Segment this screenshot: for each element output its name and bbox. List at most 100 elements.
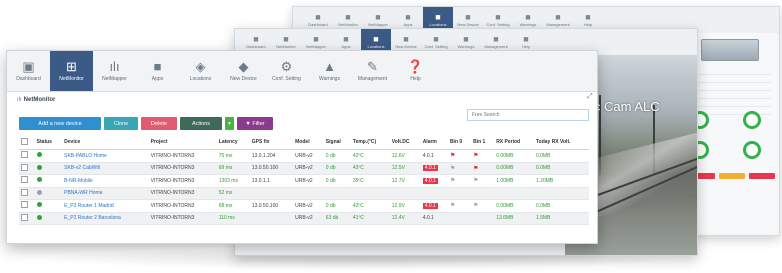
add-device-button[interactable]: Add a new device [19, 117, 101, 130]
delete-button[interactable]: Delete [141, 117, 177, 130]
toolbar-label: NetMonitor [338, 22, 358, 27]
device-link[interactable]: E_P2 Router 2 Barcelona [62, 212, 149, 225]
rx-period-cell: 1.00MB [494, 174, 534, 188]
toolbar-label: Conf. Setting [486, 22, 510, 27]
toolbar-label: Help [521, 44, 531, 49]
nav-item-dashboard[interactable]: ▣ Dashboard [7, 51, 50, 91]
alarm-cell [420, 187, 448, 200]
status-dot [36, 152, 42, 158]
toolbar-icon: ■ [525, 12, 531, 22]
toolbar-label: New Device [395, 44, 417, 49]
nav-item-netmapper[interactable]: ılı NetMapper [93, 51, 136, 91]
alarm-cell: 4.0.1 [420, 174, 448, 188]
signal-cell: 0 db [323, 162, 351, 175]
column-header[interactable]: Latency [216, 135, 250, 150]
status-indicator [34, 149, 63, 163]
column-header[interactable]: Signal [323, 135, 351, 150]
nav-item-netmonitor[interactable]: ⊞ NetMonitor [50, 51, 93, 91]
column-header[interactable]: Volt.DC [389, 135, 421, 150]
row-checkbox[interactable] [19, 199, 35, 213]
rx-period-cell: 0.00MB [494, 149, 534, 163]
column-header[interactable]: Model [293, 135, 324, 150]
row-checkbox[interactable] [19, 212, 35, 225]
device-link[interactable]: SKB-PABLO Home [62, 149, 149, 163]
row-checkbox[interactable] [19, 162, 35, 175]
rx-period-cell: 13.6MB [494, 212, 534, 225]
camera-icon: ■ [153, 59, 162, 74]
column-header[interactable]: Project [148, 135, 217, 150]
rx-period-cell: 0.00MB [494, 199, 534, 213]
device-link[interactable]: B-NR-Mobile [62, 174, 149, 188]
device-link[interactable]: SKB-v2 CabWifi [62, 162, 149, 175]
alarm-cell: 4.0.1 [420, 149, 448, 163]
select-all-checkbox[interactable] [19, 135, 35, 150]
column-header[interactable]: Bin 0 [447, 135, 472, 150]
toolbar-label: Warnings [457, 44, 475, 49]
device-link[interactable]: PBNA-WR Home [62, 187, 149, 200]
toolbar-label: Conf. Setting [424, 44, 448, 49]
column-header[interactable]: RX Period [494, 135, 534, 150]
clone-button[interactable]: Clone [104, 117, 138, 130]
management-icon: ✎ [367, 59, 378, 74]
column-header[interactable]: Today RX Volt. [533, 135, 589, 150]
table-row[interactable]: B-NR-Mobile VITRINO-INTORN3 1303 ms 13.0.1.… [19, 174, 589, 188]
column-header[interactable]: Device [62, 135, 149, 150]
warning-icon: ▲ [323, 59, 336, 74]
model-cell [293, 187, 324, 200]
nav-item-locations[interactable]: ◈ Locations [179, 51, 222, 91]
table-row[interactable]: PBNA-WR Home VITRINO-INTORN3 52 ms [19, 187, 589, 200]
search-input[interactable] [467, 109, 589, 121]
row-checkbox[interactable] [19, 187, 35, 200]
column-header[interactable]: Temp.(°C) [350, 135, 390, 150]
row-checkbox[interactable] [19, 174, 35, 188]
nav-item-conf-setting[interactable]: ⚙ Conf. Setting [265, 51, 308, 91]
toolbar-icon: ■ [345, 12, 351, 22]
nav-item-help[interactable]: ❓ Help [394, 51, 437, 91]
status-chip [749, 173, 775, 179]
bin0-flag-icon: ⚑ [447, 199, 472, 213]
nav-item-warnings[interactable]: ▲ Warnings [308, 51, 351, 91]
table-row[interactable]: SKB-v2 CabWifi VITRINO-INTORN3 69 ms 13.0.5… [19, 162, 589, 175]
table-row[interactable]: E_P2 Router 2 Barcelona VITRINO-INTORN3 11… [19, 212, 589, 225]
location-icon: ◈ [195, 59, 206, 74]
latency-cell: 69 ms [216, 162, 250, 175]
toolbar-label: Locations [429, 22, 447, 27]
status-indicator [34, 174, 63, 188]
toolbar-icon: ■ [465, 12, 471, 22]
status-indicator [34, 162, 63, 175]
actions-button[interactable]: Actions [180, 117, 222, 130]
project-cell: VITRINO-INTORN3 [148, 149, 217, 163]
front-window: ▣ Dashboard ⊞ NetMonitor ılı NetMapper ■ Apps ◈ L… [6, 50, 598, 244]
nav-item-management[interactable]: ✎ Management [351, 51, 394, 91]
nav-label: NetMapper [102, 76, 127, 82]
temp-cell: 42ºC [350, 149, 390, 163]
expand-icon[interactable]: ⤢ [587, 93, 593, 101]
column-header[interactable]: Alarm [420, 135, 448, 150]
nav-label: Locations [189, 76, 212, 82]
status-dot [36, 177, 42, 183]
nav-label: NetMonitor [59, 76, 84, 82]
actions-dropdown-button[interactable]: ▾ [225, 117, 234, 130]
alarm-cell: 4.0.1 [420, 212, 448, 225]
volt-cell: 12.9V [389, 199, 421, 213]
toolbar-icon: ■ [463, 34, 469, 44]
volt-cell: 12.6V [389, 149, 421, 163]
help-icon: ❓ [407, 59, 424, 74]
column-header[interactable]: Bin 1 [471, 135, 495, 150]
row-checkbox[interactable] [19, 149, 35, 163]
device-properties [687, 67, 771, 115]
toolbar-label: Management [484, 44, 508, 49]
status-dot [36, 214, 42, 220]
bars-icon: ılı [17, 97, 22, 103]
table-row[interactable]: E_P2 Router 1 Madrid VITRINO-INTORN3 68 ms… [19, 199, 589, 213]
temp-cell: 35ºC [350, 174, 390, 188]
filter-button[interactable]: ▼ Filter [237, 117, 273, 130]
table-row[interactable]: SKB-PABLO Home VITRINO-INTORN3 75 ms 13.0.1… [19, 149, 589, 163]
toolbar-icon: ■ [313, 34, 319, 44]
nav-item-new-device[interactable]: ◆ New Device [222, 51, 265, 91]
column-header[interactable]: GPS fix [249, 135, 294, 150]
nav-item-apps[interactable]: ■ Apps [136, 51, 179, 91]
device-link[interactable]: E_P2 Router 1 Madrid [62, 199, 149, 213]
column-header[interactable]: Status [34, 135, 63, 150]
status-dot [36, 164, 42, 170]
